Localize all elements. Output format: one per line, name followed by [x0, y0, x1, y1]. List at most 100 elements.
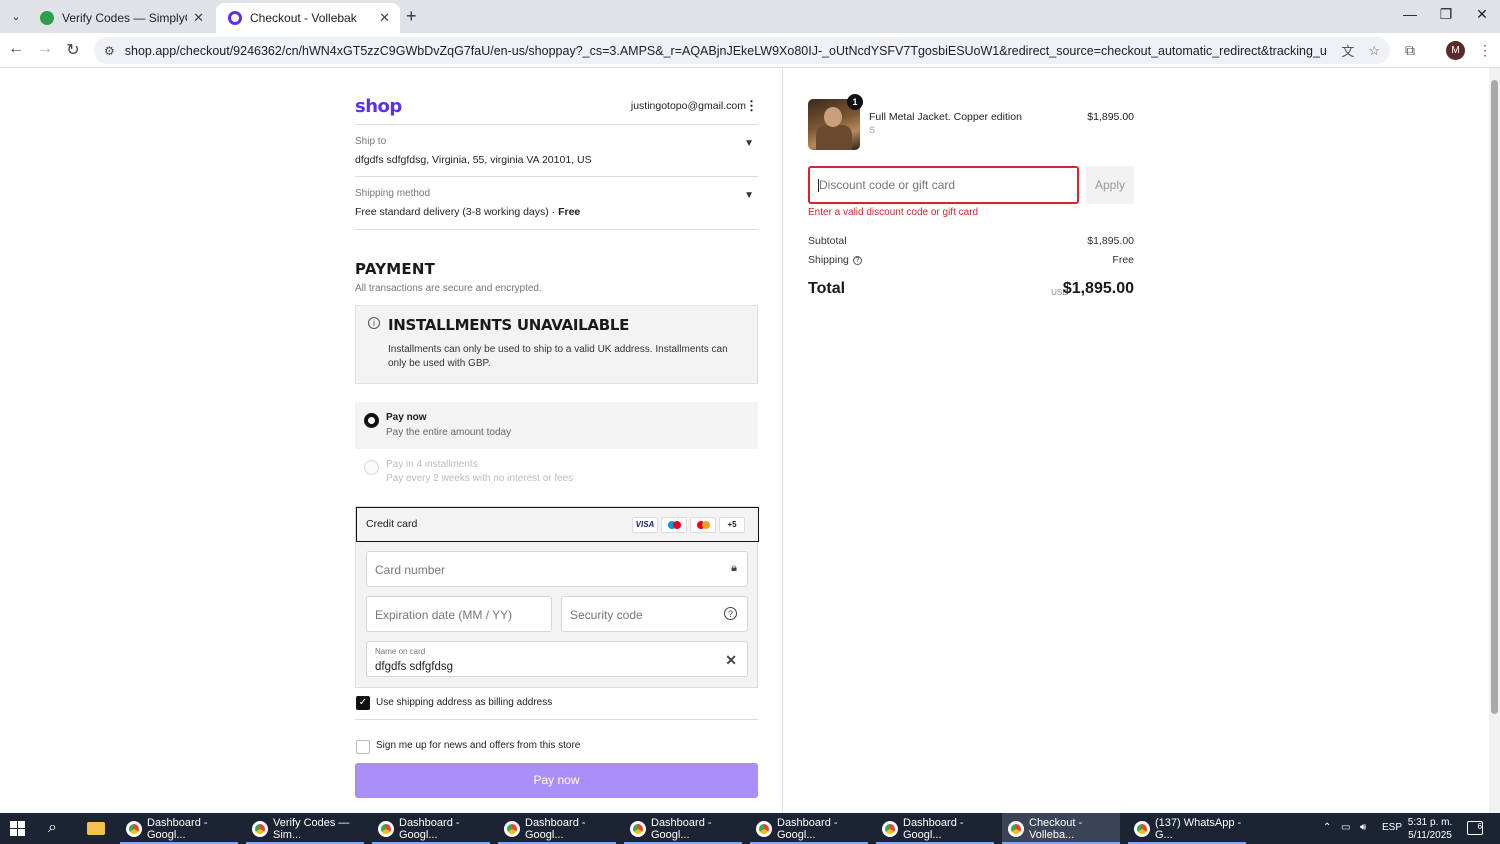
clock[interactable]: 5:31 p. m. 5/11/2025	[1400, 816, 1460, 842]
chrome-icon	[252, 820, 268, 837]
product-price: $1,895.00	[1087, 111, 1134, 123]
expiration-date-field[interactable]: Expiration date (MM / YY)	[366, 596, 552, 632]
clear-icon[interactable]: ✕	[725, 652, 737, 669]
shop-logo: shop	[355, 96, 402, 117]
card-number-field[interactable]: Card number 🔒︎	[366, 551, 748, 587]
chrome-icon	[378, 820, 394, 837]
browser-nav-bar: ← → ↻ ⚙ shop.app/checkout/9246362/cn/hWN…	[0, 33, 1500, 68]
newsletter-checkbox[interactable]	[356, 740, 370, 754]
volume-icon[interactable]: 🔊︎	[1360, 822, 1366, 833]
page-scrollbar[interactable]	[1489, 68, 1500, 813]
bookmark-star-icon[interactable]: ☆	[1368, 43, 1380, 59]
taskbar-item[interactable]: Verify Codes — Sim...	[246, 813, 364, 844]
chevron-down-icon[interactable]: ▼	[744, 138, 754, 149]
chevron-down-icon[interactable]: ▼	[744, 190, 754, 201]
search-icon[interactable]: ⌕	[48, 819, 57, 837]
taskbar-item[interactable]: (137) WhatsApp - G...	[1128, 813, 1246, 844]
file-explorer-icon[interactable]	[87, 822, 105, 835]
help-icon[interactable]: ?	[724, 607, 737, 620]
chrome-icon	[756, 820, 772, 837]
card-number-placeholder: Card number	[375, 563, 446, 577]
notice-title: INSTALLMENTS UNAVAILABLE	[388, 316, 630, 334]
payment-subtitle: All transactions are secure and encrypte…	[355, 283, 542, 294]
notification-center-icon[interactable]: 6	[1467, 821, 1483, 835]
back-icon[interactable]: ←	[6, 40, 26, 58]
shipping-help-icon[interactable]: ?	[852, 255, 862, 265]
chrome-icon	[1008, 820, 1024, 837]
column-divider	[782, 68, 783, 813]
credit-card-option[interactable]: Credit card VISA +5	[356, 507, 759, 542]
name-on-card-label: Name on card	[375, 647, 426, 656]
name-on-card-value: dfgdfs sdfgfdsg	[375, 661, 453, 673]
close-window-icon[interactable]: ✕	[1472, 6, 1492, 23]
pay-now-button[interactable]: Pay now	[355, 763, 758, 798]
windows-start-icon[interactable]	[10, 821, 25, 836]
taskbar-item[interactable]: Dashboard - Googl...	[750, 813, 868, 844]
shipping-method-label: Shipping method	[355, 188, 431, 199]
shipping-free-label: Free	[558, 206, 581, 218]
checkout-page: shop justingotopo@gmail.com ⋮ Ship to df…	[0, 68, 1500, 813]
installments-title: Pay in 4 installments	[386, 459, 478, 470]
scrollbar-thumb[interactable]	[1491, 80, 1498, 714]
taskbar-item[interactable]: Dashboard - Googl...	[372, 813, 490, 844]
address-bar[interactable]: ⚙ shop.app/checkout/9246362/cn/hWN4xGT5z…	[94, 37, 1390, 64]
installments-radio[interactable]	[364, 460, 379, 475]
ship-to-label: Ship to	[355, 136, 387, 147]
quantity-badge: 1	[847, 94, 863, 110]
account-menu-icon[interactable]: ⋮	[745, 98, 758, 114]
billing-address-label: Use shipping address as billing address	[376, 697, 553, 708]
more-brands-badge: +5	[719, 517, 745, 533]
reload-icon[interactable]: ↻	[63, 40, 83, 60]
tab-title: Checkout - Vollebak	[250, 11, 357, 25]
close-tab-icon[interactable]: ✕	[379, 10, 390, 26]
close-tab-icon[interactable]: ✕	[193, 10, 204, 26]
extensions-icon[interactable]: ⧉	[1405, 42, 1415, 59]
tab-verify-codes[interactable]: Verify Codes — SimplyCodes ✕	[28, 3, 214, 33]
site-info-icon[interactable]: ⚙	[104, 44, 115, 58]
product-name: Full Metal Jacket. Copper edition	[869, 111, 1022, 123]
minimize-icon[interactable]: —	[1400, 6, 1420, 22]
discount-error: Enter a valid discount code or gift card	[808, 207, 979, 218]
taskbar-item-active[interactable]: Checkout - Volleba...	[1002, 813, 1120, 844]
taskbar-item[interactable]: Dashboard - Googl...	[498, 813, 616, 844]
translate-icon[interactable]: 文	[1341, 41, 1354, 60]
restore-icon[interactable]: ❐	[1436, 6, 1456, 23]
payment-title: PAYMENT	[355, 260, 436, 278]
installments-notice: i INSTALLMENTS UNAVAILABLE Installments …	[355, 305, 758, 384]
billing-address-checkbox[interactable]: ✓	[356, 696, 370, 710]
shipping-value: Free	[1112, 254, 1134, 266]
security-code-field[interactable]: Security code ?	[561, 596, 748, 632]
apply-button[interactable]: Apply	[1086, 166, 1134, 204]
discount-placeholder: Discount code or gift card	[819, 178, 956, 192]
simplycodes-favicon-icon	[40, 11, 54, 25]
subtotal-label: Subtotal	[808, 235, 847, 247]
security-code-placeholder: Security code	[570, 608, 643, 622]
new-tab-icon[interactable]: +	[406, 6, 417, 27]
forward-icon[interactable]: →	[35, 40, 55, 58]
language-indicator[interactable]: ESP	[1382, 822, 1402, 833]
tab-checkout[interactable]: Checkout - Vollebak ✕	[216, 3, 400, 33]
pay-now-radio[interactable]	[364, 413, 379, 428]
browser-menu-icon[interactable]: ⋮	[1478, 42, 1492, 59]
taskbar-item[interactable]: Dashboard - Googl...	[624, 813, 742, 844]
credit-card-label: Credit card	[366, 518, 418, 530]
tab-search-menu-icon[interactable]: ⌄	[6, 7, 26, 27]
expiration-placeholder: Expiration date (MM / YY)	[375, 608, 513, 622]
taskbar-item[interactable]: Dashboard - Googl...	[876, 813, 994, 844]
chrome-icon	[882, 820, 898, 837]
taskbar-item[interactable]: Dashboard - Googl...	[120, 813, 238, 844]
divider	[355, 176, 758, 177]
tab-title: Verify Codes — SimplyCodes	[62, 11, 187, 25]
discount-code-input[interactable]: Discount code or gift card	[808, 166, 1079, 204]
show-hidden-icons-icon[interactable]: ⌃	[1323, 822, 1331, 833]
url-text[interactable]: shop.app/checkout/9246362/cn/hWN4xGT5zzC…	[125, 44, 1328, 58]
subtotal-value: $1,895.00	[1087, 235, 1134, 247]
chrome-icon	[126, 820, 142, 837]
name-on-card-field[interactable]: Name on card dfgdfs sdfgfdsg ✕	[366, 641, 748, 677]
network-icon[interactable]: ▭	[1341, 822, 1350, 833]
total-label: Total	[808, 280, 846, 297]
profile-avatar[interactable]: M	[1446, 41, 1465, 60]
pay-now-option[interactable]: Pay now Pay the entire amount today	[355, 402, 758, 449]
mastercard-icon	[690, 517, 716, 533]
chrome-icon	[1134, 820, 1150, 837]
